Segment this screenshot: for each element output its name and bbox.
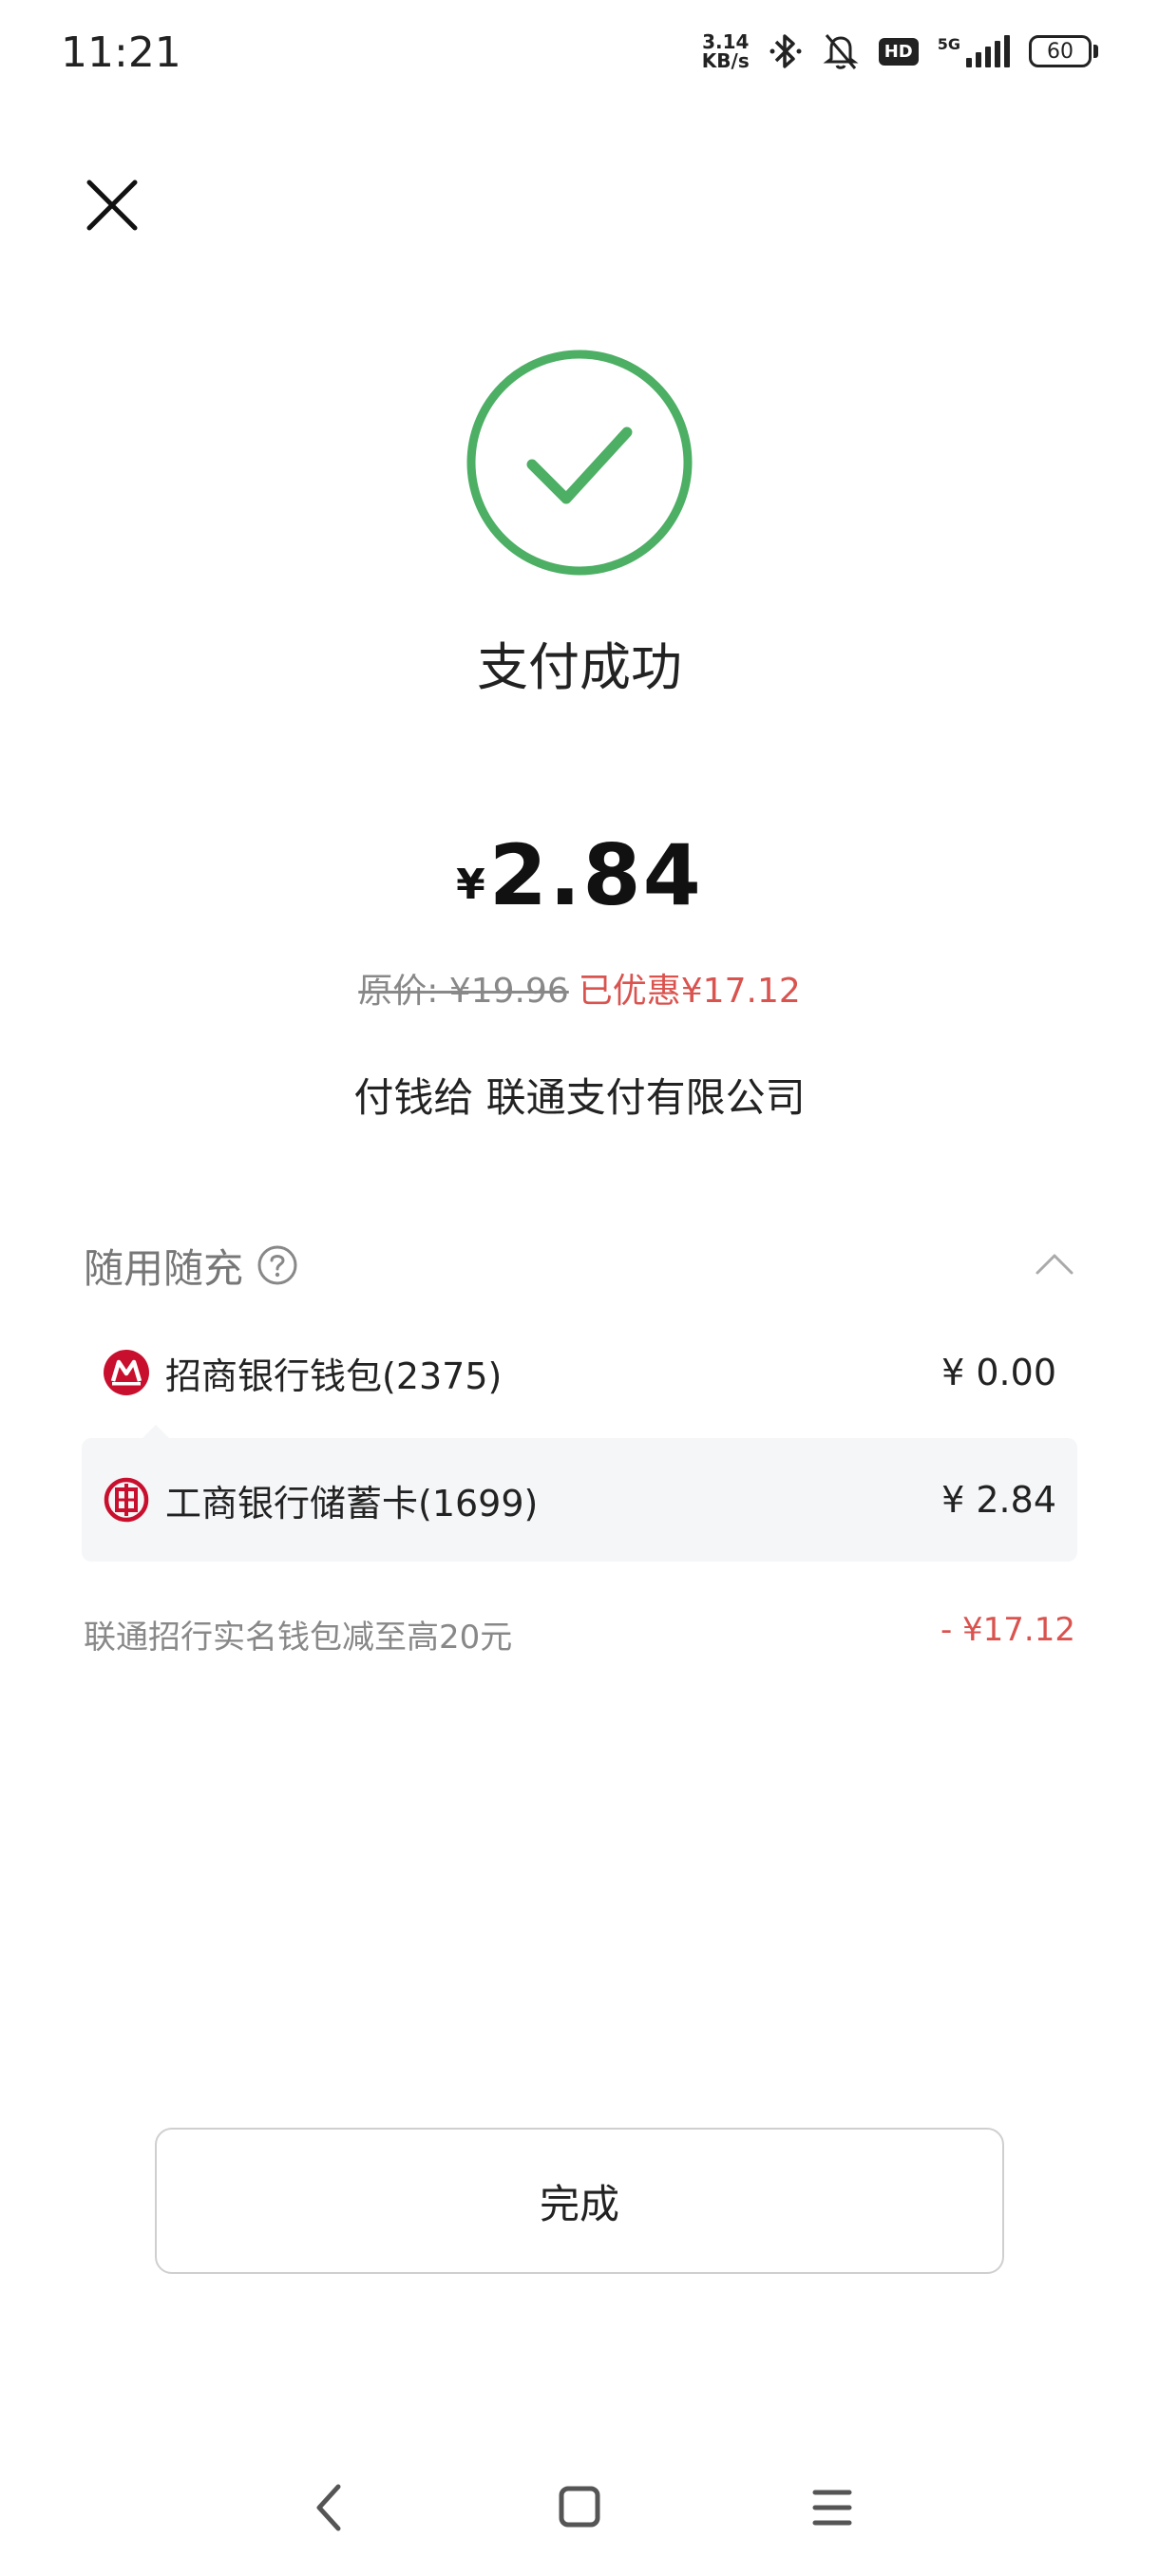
menu-nav-icon[interactable]	[811, 2487, 853, 2529]
net-speed: 3.14 KB/s	[702, 32, 750, 70]
payment-success-screen: 11:21 3.14 KB/s HD 5G 60 支付成功 ¥2.84 原价: …	[0, 0, 1159, 2576]
net-speed-value: 3.14	[702, 30, 750, 53]
icbc-logo-icon	[104, 1477, 149, 1523]
payment-section-header[interactable]: 随用随充	[84, 1237, 1075, 1294]
payment-method-row: 招商银行钱包(2375) ¥ 0.00	[82, 1311, 1077, 1434]
chevron-up-icon[interactable]	[1034, 1248, 1075, 1279]
back-nav-icon[interactable]	[310, 2481, 348, 2534]
done-button[interactable]: 完成	[155, 2128, 1004, 2274]
bluetooth-icon	[770, 34, 802, 68]
signal-icon: 5G	[938, 35, 1010, 67]
success-check-icon	[466, 350, 693, 576]
system-nav-bar	[0, 2481, 1159, 2538]
network-type: 5G	[937, 35, 960, 53]
price-line: 原价: ¥19.96 已优惠¥17.12	[0, 963, 1159, 1013]
section-title: 随用随充	[84, 1244, 244, 1292]
status-icons: 3.14 KB/s HD 5G 60	[702, 30, 1098, 72]
bank-name: 招商银行钱包(2375)	[165, 1354, 503, 1397]
cmb-logo-icon	[104, 1350, 149, 1395]
bank-amount: ¥ 2.84	[941, 1479, 1056, 1521]
close-icon[interactable]	[82, 175, 142, 236]
net-speed-unit: KB/s	[701, 49, 750, 72]
saved-amount: 已优惠¥17.12	[578, 972, 801, 1011]
amount-value: 2.84	[488, 826, 703, 924]
battery-level: 60	[1029, 35, 1092, 67]
discount-row: 联通招行实名钱包减至高20元 - ¥17.12	[84, 1611, 1075, 1657]
hd-badge: HD	[878, 37, 919, 66]
payment-method-row: 工商银行储蓄卡(1699) ¥ 2.84	[82, 1438, 1077, 1562]
status-time: 11:21	[61, 28, 181, 77]
bank-amount: ¥ 0.00	[941, 1352, 1056, 1393]
original-price: 原价: ¥19.96	[358, 972, 569, 1011]
discount-label: 联通招行实名钱包减至高20元	[84, 1619, 513, 1657]
selection-pointer	[142, 1425, 169, 1438]
help-icon[interactable]	[256, 1244, 298, 1286]
currency-symbol: ¥	[456, 861, 485, 909]
payee: 付钱给 联通支付有限公司	[353, 1074, 806, 1121]
battery-icon: 60	[1029, 35, 1098, 67]
success-title: 支付成功	[477, 637, 682, 697]
discount-value: - ¥17.12	[940, 1611, 1075, 1649]
home-nav-icon[interactable]	[558, 2485, 601, 2529]
paid-amount: ¥2.84	[0, 826, 1159, 924]
bell-off-icon	[823, 34, 859, 69]
bank-name: 工商银行储蓄卡(1699)	[165, 1482, 539, 1525]
